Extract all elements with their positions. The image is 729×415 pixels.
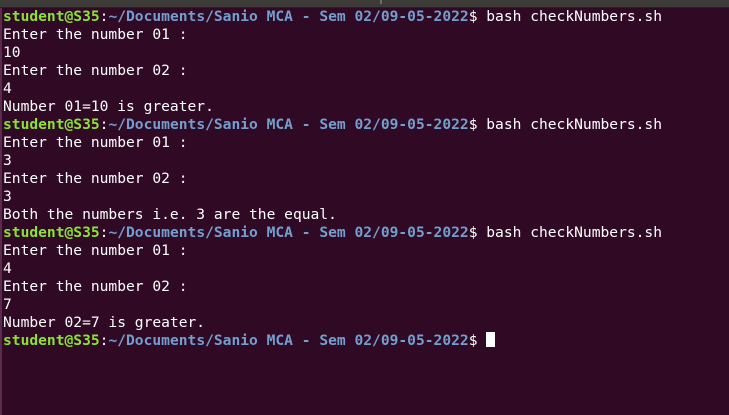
window-left-edge [0, 8, 2, 415]
output-line: 7 [3, 296, 12, 313]
prompt-path: ~/Documents/Sanio MCA - Sem 02/09-05-202… [108, 116, 469, 133]
output-line: Both the numbers i.e. 3 are the equal. [3, 206, 337, 223]
output-line: Enter the number 02 : [3, 278, 188, 295]
prompt-user-host: student@S35 [3, 116, 100, 133]
output-line: 3 [3, 152, 12, 169]
prompt-symbol: $ [468, 332, 478, 349]
prompt-line: student@S35:~/Documents/Sanio MCA - Sem … [3, 332, 727, 350]
terminal-output[interactable]: student@S35:~/Documents/Sanio MCA - Sem … [3, 8, 727, 413]
output-line: Enter the number 02 : [3, 170, 188, 187]
command-text: bash checkNumbers.sh [477, 116, 662, 133]
prompt-line: student@S35:~/Documents/Sanio MCA - Sem … [3, 224, 727, 242]
output-line: 3 [3, 188, 12, 205]
output-line: Enter the number 02 : [3, 62, 188, 79]
text-cursor [486, 332, 496, 347]
window-top-bar [0, 0, 729, 8]
output-line: 4 [3, 260, 12, 277]
prompt-user-host: student@S35 [3, 8, 100, 25]
output-line: Number 01=10 is greater. [3, 98, 214, 115]
prompt-user-host: student@S35 [3, 332, 100, 349]
output-line: Enter the number 01 : [3, 134, 188, 151]
prompt-path: ~/Documents/Sanio MCA - Sem 02/09-05-202… [108, 332, 469, 349]
output-line: 10 [3, 44, 21, 61]
command-text: bash checkNumbers.sh [477, 224, 662, 241]
command-text: bash checkNumbers.sh [477, 8, 662, 25]
prompt-line: student@S35:~/Documents/Sanio MCA - Sem … [3, 116, 727, 134]
prompt-path: ~/Documents/Sanio MCA - Sem 02/09-05-202… [108, 8, 469, 25]
output-line: Enter the number 01 : [3, 26, 188, 43]
output-line: Enter the number 01 : [3, 242, 188, 259]
output-line: 4 [3, 80, 12, 97]
prompt-line: student@S35:~/Documents/Sanio MCA - Sem … [3, 8, 727, 26]
output-line: Number 02=7 is greater. [3, 314, 206, 331]
prompt-user-host: student@S35 [3, 224, 100, 241]
prompt-path: ~/Documents/Sanio MCA - Sem 02/09-05-202… [108, 224, 469, 241]
top-bar-notch [380, 0, 382, 4]
